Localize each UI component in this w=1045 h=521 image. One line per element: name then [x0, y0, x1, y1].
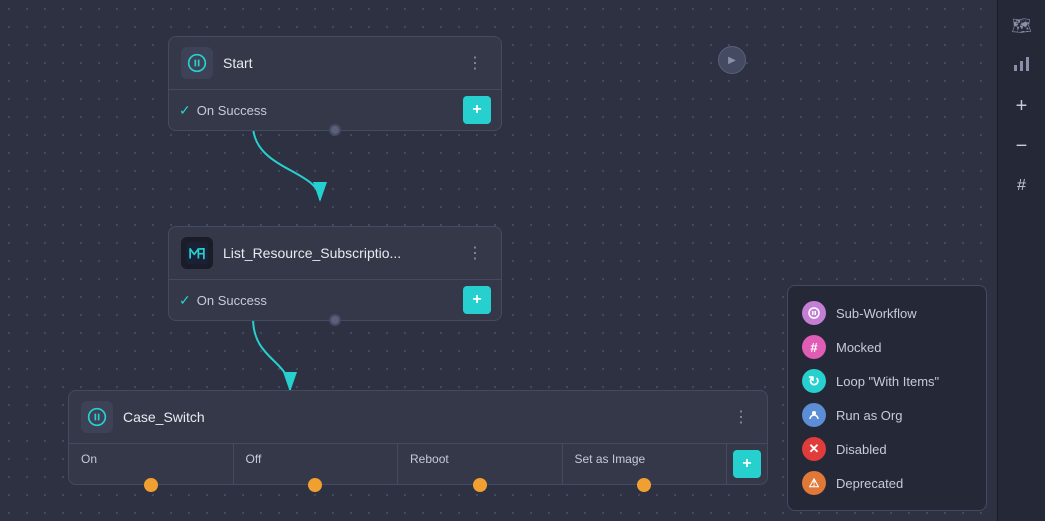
map-button[interactable]: 🗺 — [1004, 8, 1040, 44]
right-toolbar: 🗺 + − # — [997, 0, 1045, 521]
legend-loop[interactable]: ↻ Loop "With Items" — [802, 364, 972, 398]
legend-panel: Sub-Workflow # Mocked ↻ Loop "With Items… — [787, 285, 987, 511]
case-switch-menu-button[interactable]: ⋮ — [727, 403, 755, 431]
case-switch-add-button[interactable]: + — [733, 450, 761, 478]
grid-icon: # — [1017, 177, 1026, 195]
zoom-out-button[interactable]: − — [1004, 128, 1040, 164]
zoom-out-icon: − — [1016, 135, 1028, 158]
case-col-off-label: Off — [246, 452, 262, 466]
list-resource-check-icon: ✓ — [179, 292, 191, 309]
case-columns: On Off Reboot Set as Image + — [69, 443, 767, 484]
case-col-on-label: On — [81, 452, 97, 466]
list-resource-menu-icon: ⋮ — [467, 243, 483, 263]
chart-icon — [1013, 55, 1031, 78]
start-node-menu-button[interactable]: ⋮ — [461, 49, 489, 77]
start-node-icon — [181, 47, 213, 79]
list-resource-connector-dot — [329, 314, 341, 326]
sub-workflow-dot — [802, 301, 826, 325]
sub-workflow-label: Sub-Workflow — [836, 306, 917, 321]
case-switch-icon — [81, 401, 113, 433]
nerdio-icon — [181, 237, 213, 269]
case-col-reboot: Reboot — [398, 444, 563, 484]
grid-button[interactable]: # — [1004, 168, 1040, 204]
case-col-reboot-label: Reboot — [410, 452, 449, 466]
disabled-label: Disabled — [836, 442, 887, 457]
start-success-badge: ✓ On Success — [179, 102, 455, 119]
run-as-org-label: Run as Org — [836, 408, 902, 423]
zoom-in-icon: + — [1016, 95, 1028, 118]
start-node-header: Start ⋮ — [169, 37, 501, 89]
case-switch-header: Case_Switch ⋮ — [69, 391, 767, 443]
run-as-org-dot — [802, 403, 826, 427]
case-col-setimage-label: Set as Image — [575, 452, 646, 466]
case-switch-node: Case_Switch ⋮ On Off Reboot Set as Image — [68, 390, 768, 485]
zoom-in-button[interactable]: + — [1004, 88, 1040, 124]
play-button[interactable]: ▶ — [718, 46, 746, 74]
start-node-menu-icon: ⋮ — [467, 53, 483, 73]
disabled-dot: ✕ — [802, 437, 826, 461]
start-check-icon: ✓ — [179, 102, 191, 119]
list-resource-add-button[interactable]: + — [463, 286, 491, 314]
start-connector-dot — [329, 124, 341, 136]
case-col-on: On — [69, 444, 234, 484]
deprecated-label: Deprecated — [836, 476, 903, 491]
start-add-button[interactable]: + — [463, 96, 491, 124]
legend-run-as-org[interactable]: Run as Org — [802, 398, 972, 432]
case-setimage-dot — [637, 478, 651, 492]
mocked-dot: # — [802, 335, 826, 359]
case-off-dot — [308, 478, 322, 492]
start-node-title: Start — [223, 55, 451, 71]
chart-button[interactable] — [1004, 48, 1040, 84]
loop-label: Loop "With Items" — [836, 374, 939, 389]
case-col-setimage: Set as Image — [563, 444, 728, 484]
play-icon: ▶ — [728, 55, 736, 66]
legend-mocked[interactable]: # Mocked — [802, 330, 972, 364]
case-switch-menu-icon: ⋮ — [733, 407, 749, 427]
deprecated-dot: ⚠ — [802, 471, 826, 495]
case-reboot-dot — [473, 478, 487, 492]
list-resource-menu-button[interactable]: ⋮ — [461, 239, 489, 267]
list-resource-title: List_Resource_Subscriptio... — [223, 245, 451, 261]
legend-sub-workflow[interactable]: Sub-Workflow — [802, 296, 972, 330]
start-success-label: On Success — [197, 103, 267, 118]
list-resource-success-label: On Success — [197, 293, 267, 308]
start-node: Start ⋮ ✓ On Success + — [168, 36, 502, 131]
case-on-dot — [144, 478, 158, 492]
case-switch-title: Case_Switch — [123, 409, 717, 425]
legend-disabled[interactable]: ✕ Disabled — [802, 432, 972, 466]
list-resource-header: List_Resource_Subscriptio... ⋮ — [169, 227, 501, 279]
mocked-label: Mocked — [836, 340, 882, 355]
map-icon: 🗺 — [1011, 16, 1031, 36]
loop-dot: ↻ — [802, 369, 826, 393]
list-resource-node: List_Resource_Subscriptio... ⋮ ✓ On Succ… — [168, 226, 502, 321]
legend-deprecated[interactable]: ⚠ Deprecated — [802, 466, 972, 500]
case-col-off: Off — [234, 444, 399, 484]
list-resource-success-badge: ✓ On Success — [179, 292, 455, 309]
